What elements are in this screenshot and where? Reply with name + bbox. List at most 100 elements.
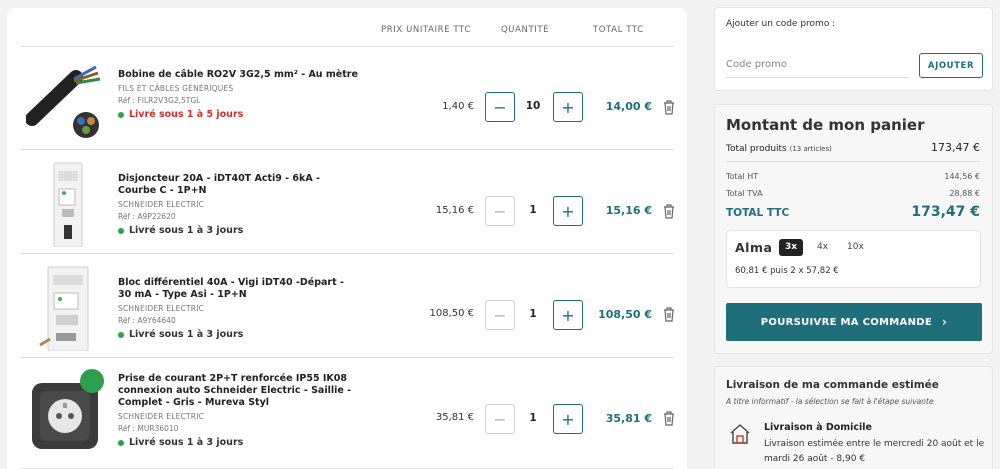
promo-code-card: Ajouter un code promo : AJOUTER xyxy=(714,7,993,91)
shipping-note: A titre informatif - la sélection se fai… xyxy=(726,397,934,406)
chevron-right-icon: › xyxy=(941,315,948,329)
decrease-quantity-button[interactable]: − xyxy=(485,300,515,330)
product-title[interactable]: Bloc différentiel 40A - Vigi iDT40 -Dépa… xyxy=(118,277,358,301)
alma-option-3x[interactable]: 3x xyxy=(779,239,804,256)
total-ht-value: 144,56 € xyxy=(944,172,980,181)
delivery-status: Livré sous 1 à 3 jours xyxy=(118,329,358,340)
cart-item: Bobine de câble RO2V 3G2,5 mm² - Au mètr… xyxy=(20,47,674,150)
products-count: (13 articles) xyxy=(789,145,832,153)
delivery-text: Livré sous 1 à 3 jours xyxy=(129,225,244,236)
total-header: TOTAL TTC xyxy=(593,25,644,35)
promo-label: Ajouter un code promo : xyxy=(726,19,836,29)
cart-item: Disjoncteur 20A - iDT40T Acti9 - 6kA - C… xyxy=(20,151,674,254)
unit-price: 1,40 € xyxy=(442,101,474,112)
cart-panel: PRIX UNITAIRE TTC QUANTITÉ TOTAL TTC Bob… xyxy=(7,8,687,469)
summary-title: Montant de mon panier xyxy=(726,116,925,134)
trash-icon[interactable] xyxy=(662,410,676,426)
promo-code-input[interactable] xyxy=(726,52,909,78)
line-total: 15,16 € xyxy=(605,204,652,217)
unit-price: 15,16 € xyxy=(435,205,474,216)
total-ttc-value: 173,47 € xyxy=(911,204,980,220)
decrease-quantity-button[interactable]: − xyxy=(485,404,515,434)
shipping-detail: Livraison estimée entre le mercredi 20 a… xyxy=(764,439,985,464)
alma-installments: Alma 3x 4x 10x 60,81 € puis 2 x 57,82 € xyxy=(726,230,981,288)
plus-icon: + xyxy=(561,201,575,221)
product-title[interactable]: Bobine de câble RO2V 3G2,5 mm² - Au mètr… xyxy=(118,69,358,81)
products-total-label: Total produits xyxy=(726,144,787,154)
shipping-estimate: Livraison de ma commande estimée A titre… xyxy=(714,366,993,469)
product-ref: Réf : FILR2V3G2,5TGL xyxy=(118,96,201,105)
total-ht-label: Total HT xyxy=(726,172,759,181)
product-title[interactable]: Prise de courant 2P+T renforcée IP55 IK0… xyxy=(118,373,358,409)
delivery-text: Livré sous 1 à 3 jours xyxy=(129,329,244,340)
plus-icon: + xyxy=(561,97,575,117)
product-image-cable[interactable] xyxy=(26,55,106,143)
line-total: 14,00 € xyxy=(605,100,652,113)
checkout-button[interactable]: POURSUIVRE MA COMMANDE › xyxy=(726,303,982,341)
product-title[interactable]: Disjoncteur 20A - iDT40T Acti9 - 6kA - C… xyxy=(118,173,358,197)
total-tva-row: Total TVA 28,88 € xyxy=(726,189,980,198)
summary-divider xyxy=(726,161,980,162)
quantity-value[interactable]: 1 xyxy=(518,308,548,320)
product-image-differential-block[interactable] xyxy=(26,263,106,351)
product-ref: Réf : MUR36010 xyxy=(118,424,179,433)
product-image-socket[interactable] xyxy=(26,367,106,455)
trash-icon[interactable] xyxy=(662,203,676,219)
plus-icon: + xyxy=(561,409,575,429)
cart-item: Bloc différentiel 40A - Vigi iDT40 -Dépa… xyxy=(20,255,674,358)
minus-icon: − xyxy=(493,201,507,221)
delivery-text: Livré sous 1 à 5 jours xyxy=(129,109,244,120)
increase-quantity-button[interactable]: + xyxy=(553,404,583,434)
quantity-value[interactable]: 1 xyxy=(518,412,548,424)
quantity-value[interactable]: 1 xyxy=(518,204,548,216)
delivery-status: Livré sous 1 à 5 jours xyxy=(118,109,358,120)
product-brand: SCHNEIDER ELECTRIC xyxy=(118,304,205,313)
quantity-header: QUANTITÉ xyxy=(501,25,550,35)
shipping-title: Livraison de ma commande estimée xyxy=(726,379,939,391)
unit-price: 108,50 € xyxy=(429,308,474,319)
minus-icon: − xyxy=(493,305,507,325)
decrease-quantity-button[interactable]: − xyxy=(485,196,515,226)
product-image-breaker[interactable] xyxy=(26,159,106,247)
delivery-status: Livré sous 1 à 3 jours xyxy=(118,225,358,236)
cart-item: Prise de courant 2P+T renforcée IP55 IK0… xyxy=(20,359,674,469)
stock-dot-icon xyxy=(118,331,124,338)
alma-option-10x[interactable]: 10x xyxy=(841,239,870,256)
plus-icon: + xyxy=(561,305,575,325)
delivery-text: Livré sous 1 à 3 jours xyxy=(129,437,244,448)
add-promo-button[interactable]: AJOUTER xyxy=(919,53,983,78)
product-brand: SCHNEIDER ELECTRIC xyxy=(118,412,205,421)
product-brand: FILS ET CÂBLES GÉNÉRIQUES xyxy=(118,84,234,93)
delivery-status: Livré sous 1 à 3 jours xyxy=(118,437,358,448)
product-info: Bloc différentiel 40A - Vigi iDT40 -Dépa… xyxy=(118,277,358,340)
product-info: Disjoncteur 20A - iDT40T Acti9 - 6kA - C… xyxy=(118,173,358,236)
products-total-row: Total produits (13 articles) 173,47 € xyxy=(726,141,980,154)
trash-icon[interactable] xyxy=(662,306,676,322)
cart-header: PRIX UNITAIRE TTC QUANTITÉ TOTAL TTC xyxy=(7,8,687,48)
unit-price-header: PRIX UNITAIRE TTC xyxy=(381,25,471,35)
product-ref: Réf : A9P22620 xyxy=(118,212,176,221)
cart-summary: Montant de mon panier Total produits (13… xyxy=(714,104,993,354)
line-total: 35,81 € xyxy=(605,412,652,425)
alma-logo: Alma xyxy=(735,240,773,255)
alma-installment-detail: 60,81 € puis 2 x 57,82 € xyxy=(735,266,839,276)
increase-quantity-button[interactable]: + xyxy=(553,196,583,226)
increase-quantity-button[interactable]: + xyxy=(553,92,583,122)
product-brand: SCHNEIDER ELECTRIC xyxy=(118,200,205,209)
shipping-method: Livraison à Domicile xyxy=(764,422,872,433)
products-total-value: 173,47 € xyxy=(931,141,980,154)
total-ht-row: Total HT 144,56 € xyxy=(726,172,980,181)
product-ref: Réf : A9Y64640 xyxy=(118,316,176,325)
total-ttc-label: TOTAL TTC xyxy=(726,207,790,219)
alma-option-4x[interactable]: 4x xyxy=(811,239,834,256)
products-total-label-group: Total produits (13 articles) xyxy=(726,144,832,154)
total-tva-value: 28,88 € xyxy=(949,189,980,198)
checkout-label: POURSUIVRE MA COMMANDE xyxy=(760,316,932,328)
stock-dot-icon xyxy=(118,439,124,446)
decrease-quantity-button[interactable]: − xyxy=(485,92,515,122)
minus-icon: − xyxy=(493,409,507,429)
trash-icon[interactable] xyxy=(662,99,676,115)
product-info: Bobine de câble RO2V 3G2,5 mm² - Au mètr… xyxy=(118,69,358,120)
increase-quantity-button[interactable]: + xyxy=(553,300,583,330)
quantity-value[interactable]: 10 xyxy=(518,100,548,112)
